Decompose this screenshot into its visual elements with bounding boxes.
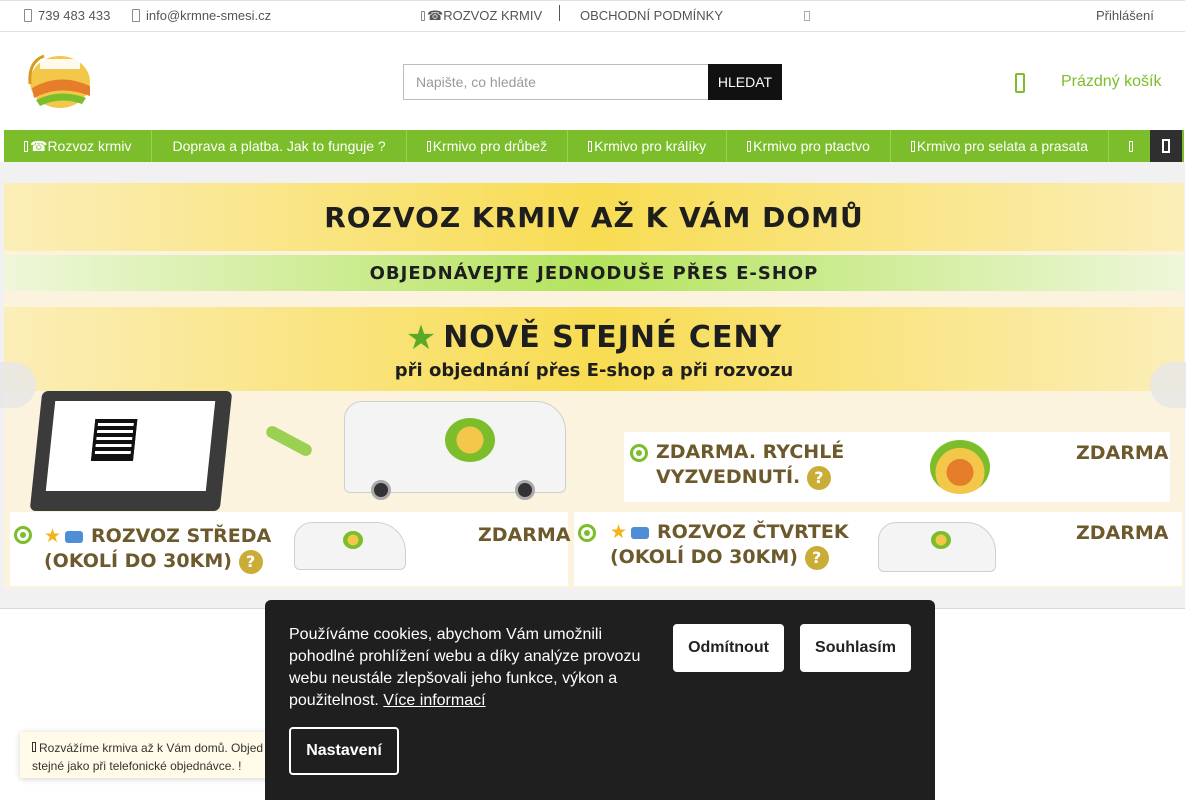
radio-icon [578,524,596,542]
laptop-illustration [29,391,233,511]
chevron-right-icon [1162,139,1170,153]
nav-delivery-icon [24,140,28,152]
bus-icon [631,526,650,539]
question-icon: ? [804,545,829,570]
phone-contact[interactable]: 739 483 433 [24,8,110,23]
nav-item-more[interactable] [1109,130,1157,162]
van-illustration [344,401,566,500]
banner-headline: ROZVOZ KRMIV AŽ K VÁM DOMŮ [4,183,1184,251]
nav-item-label: Krmivo pro selata a prasata [916,138,1089,154]
nav-item-label: Doprava a platba. Jak to funguje ? [172,138,386,154]
pickup-free-label: ZDARMA [1076,442,1169,464]
thu-line2: (OKOLÍ DO 30KM) [610,546,798,568]
delivery-thursday-card: ★ ROZVOZ ČTVRTEK (OKOLÍ DO 30KM) ? ZDARMA [574,512,1182,586]
nav-item-label: Krmivo pro králíky [594,138,707,154]
radio-icon [14,526,32,544]
top-link-terms[interactable]: OBCHODNÍ PODMÍNKY [580,8,723,23]
phone-icon [24,9,32,22]
search-button[interactable]: HLEDAT [708,64,782,100]
wed-line2: (OKOLÍ DO 30KM) [44,550,232,572]
nav-item-delivery[interactable]: ☎Rozvoz krmiv [4,130,153,162]
logo-badge-icon [445,418,495,462]
nav-item-poultry[interactable]: Krmivo pro drůbež [407,130,569,162]
search-bar: HLEDAT [403,64,782,100]
radio-icon [630,444,648,462]
cookie-accept-button[interactable]: Souhlasím [800,624,911,672]
pickup-card: ZDARMA. RYCHLÉ VYZVEDNUTÍ. ? ZDARMA [624,432,1170,502]
nav-item-label: Krmivo pro drůbež [432,138,548,154]
delivery-icon [421,11,425,21]
mail-icon [132,9,140,22]
nav-birds-icon [747,140,752,152]
delivery-wednesday-card: ★ ROZVOZ STŘEDA (OKOLÍ DO 30KM) ? ZDARMA [10,512,571,586]
alima-logo-icon [930,440,990,494]
banner-offer: ★ NOVĚ STEJNÉ CENY při objednání přes E-… [4,307,1184,391]
qr-code-icon [90,419,138,461]
wed-free-label: ZDARMA [478,524,571,546]
cookie-decline-button[interactable]: Odmítnout [673,624,784,672]
top-bar: 739 483 433 info@krmne-smesi.cz ☎ROZVOZ … [0,0,1185,32]
promo-banner[interactable]: ROZVOZ KRMIV AŽ K VÁM DOMŮ OBJEDNÁVEJTE … [4,183,1184,588]
nav-item-shipping[interactable]: Doprava a platba. Jak to funguje ? [152,130,407,162]
alima-logo-icon [28,54,90,108]
van-illustration [294,522,406,570]
more-menu-icon[interactable] [804,11,810,21]
van-illustration [878,522,996,572]
nav-scroll-next-button[interactable] [1150,130,1182,162]
wed-line1: ROZVOZ STŘEDA [91,525,272,547]
login-link[interactable]: Přihlášení [1096,8,1154,23]
nav-item-pigs[interactable]: Krmivo pro selata a prasata [891,130,1110,162]
email-address: info@krmne-smesi.cz [146,8,272,23]
search-input[interactable] [403,64,708,100]
star-icon: ★ [610,521,628,543]
top-bar-divider [559,5,560,21]
cookie-dialog: Používáme cookies, abychom Vám umožnili … [265,600,935,800]
email-contact[interactable]: info@krmne-smesi.cz [132,8,271,23]
nav-rabbits-icon [588,140,593,152]
nav-poultry-icon [426,140,431,152]
banner-offer-title: NOVĚ STEJNÉ CENY [443,320,783,355]
cart-link[interactable]: Prázdný košík [1061,73,1161,91]
nav-item-label: Krmivo pro ptactvo [753,138,870,154]
question-icon: ? [806,465,831,490]
top-link-delivery-label: ☎ROZVOZ KRMIV [427,8,543,23]
bus-icon [65,530,84,543]
main-nav: ☎Rozvoz krmiv Doprava a platba. Jak to f… [4,130,1184,162]
toast-line1: Rozvážíme krmiva až k Vám domů. Objed [39,741,264,755]
top-link-delivery[interactable]: ☎ROZVOZ KRMIV [421,8,542,24]
thu-free-label: ZDARMA [1076,522,1169,544]
star-icon: ★ [44,525,62,547]
star-icon: ★ [405,317,438,358]
banner-subline: OBJEDNÁVEJTE JEDNODUŠE PŘES E-SHOP [4,255,1184,291]
pickup-line2: VYZVEDNUTÍ. [656,466,801,488]
banner-offer-subtitle: při objednání přes E-shop a při rozvozu [394,359,794,381]
nav-more-icon [1129,140,1134,152]
info-icon [32,742,36,752]
nav-item-rabbits[interactable]: Krmivo pro králíky [568,130,728,162]
nav-item-label: ☎Rozvoz krmiv [30,138,132,154]
cookie-message: Používáme cookies, abychom Vám umožnili … [289,624,649,712]
cookie-more-info-link[interactable]: Více informací [383,692,485,709]
pickup-line1: ZDARMA. RYCHLÉ [656,441,845,463]
top-link-terms-label: OBCHODNÍ PODMÍNKY [580,8,724,23]
nav-pigs-icon [910,140,915,152]
thu-line1: ROZVOZ ČTVRTEK [657,521,849,543]
question-icon: ? [238,549,263,574]
site-logo[interactable] [24,50,92,110]
toast-line2: stejné jako při telefonické objednávce. … [32,759,242,778]
login-label: Přihlášení [1096,8,1154,23]
arrow-icon [264,423,314,459]
info-toast[interactable]: Rozvážíme krmiva až k Vám domů. Objed st… [20,732,270,778]
nav-item-birds[interactable]: Krmivo pro ptactvo [727,130,891,162]
cookie-settings-button[interactable]: Nastavení [289,727,399,775]
cart-icon[interactable] [1015,73,1025,93]
phone-number: 739 483 433 [38,8,111,23]
